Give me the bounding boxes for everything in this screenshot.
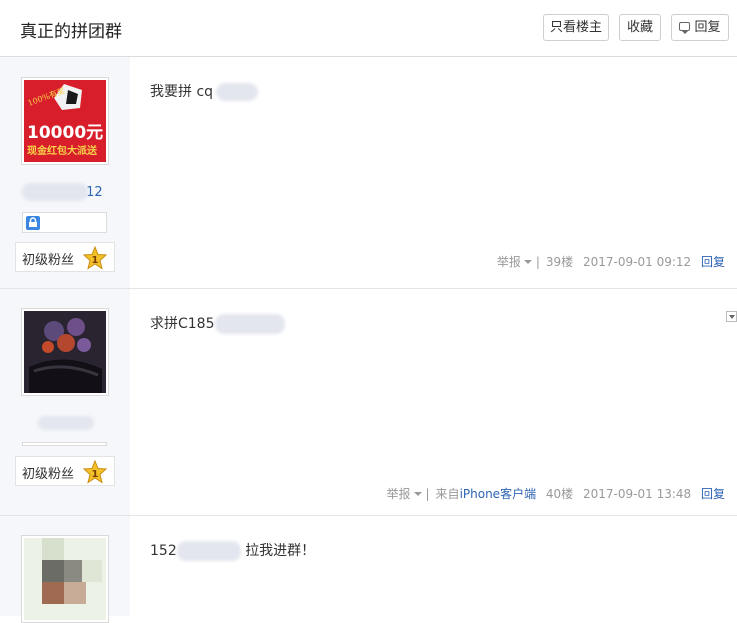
- star-level-icon: 1: [83, 246, 107, 270]
- reply-link[interactable]: 回复: [701, 487, 725, 501]
- username[interactable]: [38, 416, 94, 434]
- post-meta: 举报 | 39楼 2017-09-01 09:12 回复: [496, 255, 725, 269]
- source-client-link[interactable]: iPhone客户端: [460, 487, 537, 501]
- star-level-icon: 1: [83, 460, 107, 484]
- post-time: 2017-09-01 09:12: [583, 255, 692, 269]
- post-content: 152 拉我进群！: [150, 541, 316, 561]
- fan-level-label: 初级粉丝: [22, 253, 75, 268]
- avatar[interactable]: [21, 535, 109, 623]
- reply-link[interactable]: 回复: [701, 255, 725, 269]
- flower-avatar-image: [24, 311, 106, 393]
- post-40: 初级粉丝 1 求拼C185 举报 | 来自iPhone客户端 40楼 2017-09…: [0, 289, 737, 516]
- reply-button[interactable]: 回复: [671, 14, 729, 41]
- thread-header: 真正的拼团群 只看楼主 收藏 回复: [0, 0, 737, 57]
- report-link[interactable]: 举报: [497, 255, 521, 269]
- favorite-button[interactable]: 收藏: [619, 14, 661, 41]
- only-op-button[interactable]: 只看楼主: [543, 14, 609, 41]
- pixelated-avatar-image: [24, 538, 106, 620]
- member-badge[interactable]: [22, 212, 107, 233]
- avatar[interactable]: 100%有奖 10000元 现金红包大派送: [21, 77, 109, 165]
- post-content: 求拼C185: [150, 313, 285, 334]
- thread-title: 真正的拼团群: [20, 22, 122, 42]
- source-prefix: 来自: [435, 487, 460, 501]
- svg-text:1: 1: [92, 255, 99, 266]
- svg-text:现金红包大派送: 现金红包大派送: [27, 144, 98, 157]
- report-dropdown-icon[interactable]: [413, 491, 422, 496]
- post-41: 152 拉我进群！: [0, 516, 737, 623]
- svg-text:10000元: 10000元: [27, 123, 103, 143]
- fan-level-badge[interactable]: 初级粉丝 1: [15, 456, 115, 486]
- divider: [22, 442, 107, 446]
- reply-button-label: 回复: [694, 20, 721, 35]
- post-menu-toggle-icon[interactable]: [726, 311, 737, 322]
- avatar[interactable]: [21, 308, 109, 396]
- floor-number: 40楼: [545, 487, 574, 501]
- username[interactable]: .12: [22, 183, 103, 201]
- post-time: 2017-09-01 13:48: [583, 487, 692, 501]
- svg-text:1: 1: [92, 469, 99, 480]
- floor-number: 39楼: [545, 255, 574, 269]
- post-content: 我要拼 cq: [150, 81, 259, 101]
- promo-avatar-image: 100%有奖 10000元 现金红包大派送: [24, 80, 106, 162]
- post-meta: 举报 | 来自iPhone客户端 40楼 2017-09-01 13:48 回复: [386, 487, 725, 501]
- report-link[interactable]: 举报: [386, 487, 410, 501]
- fan-level-badge[interactable]: 初级粉丝 1: [15, 242, 115, 272]
- reply-icon: [679, 22, 691, 34]
- fan-level-label: 初级粉丝: [22, 467, 75, 482]
- member-lock-icon: [26, 216, 40, 230]
- post-39: 100%有奖 10000元 现金红包大派送 .12 初级粉丝 1 我要拼 cq …: [0, 57, 737, 289]
- report-dropdown-icon[interactable]: [523, 259, 532, 264]
